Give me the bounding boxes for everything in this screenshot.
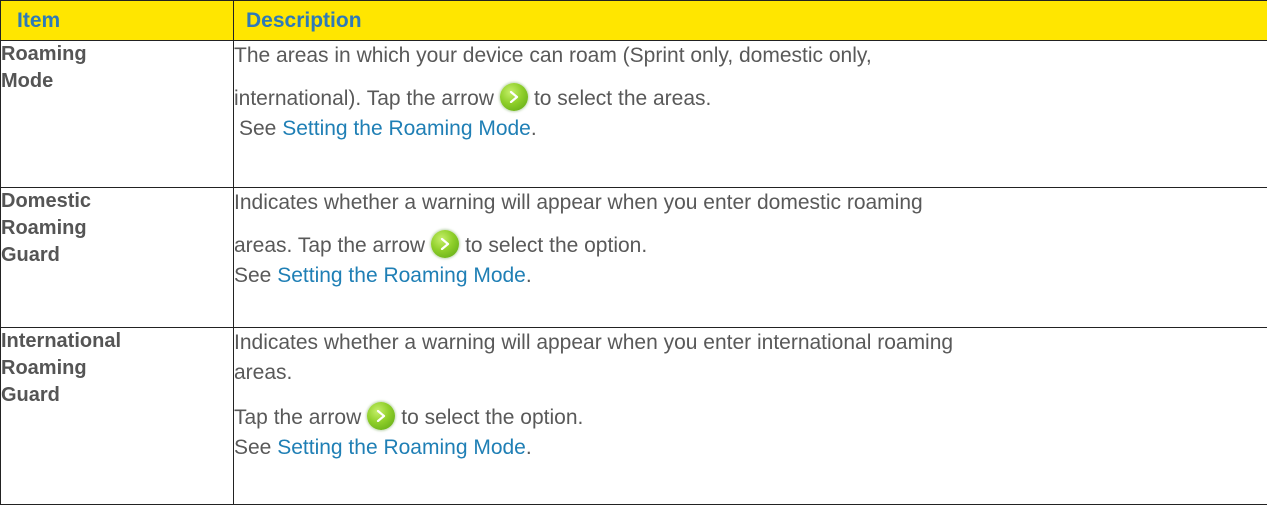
description-text: to select the option. [401, 406, 583, 429]
item-cell: Domestic Roaming Guard [1, 188, 234, 328]
roaming-settings-table: Item Description Roaming Mode The areas … [0, 0, 1267, 505]
description-cell: The areas in which your device can roam … [234, 41, 1267, 188]
description-text: areas. [234, 358, 1267, 388]
header-description: Description [234, 1, 1267, 41]
green-arrow-icon[interactable] [500, 83, 528, 111]
description-text: Indicates whether a warning will appear … [234, 188, 1267, 218]
description-text: to select the option. [465, 234, 647, 257]
item-cell: International Roaming Guard [1, 328, 234, 505]
green-arrow-icon[interactable] [431, 230, 459, 258]
header-item: Item [1, 1, 234, 41]
see-reference: See Setting the Roaming Mode. [234, 261, 1267, 291]
item-label-line: Guard [1, 382, 233, 409]
description-text-with-icon: areas. Tap the arrow to select the option… [234, 230, 1267, 261]
table-row-roaming-mode: Roaming Mode The areas in which your dev… [1, 41, 1267, 188]
see-suffix: . [526, 436, 532, 459]
item-label-line: Domestic [1, 188, 233, 215]
item-label-line: Guard [1, 242, 233, 269]
item-label-line: Mode [1, 68, 233, 95]
item-cell: Roaming Mode [1, 41, 234, 188]
description-text: The areas in which your device can roam … [234, 41, 1267, 71]
description-cell: Indicates whether a warning will appear … [234, 188, 1267, 328]
setting-roaming-mode-link[interactable]: Setting the Roaming Mode [277, 436, 526, 459]
item-label-line: Roaming [1, 41, 233, 68]
description-text: Indicates whether a warning will appear … [234, 328, 1267, 358]
description-cell: Indicates whether a warning will appear … [234, 328, 1267, 505]
setting-roaming-mode-link[interactable]: Setting the Roaming Mode [282, 117, 531, 140]
see-suffix: . [531, 117, 537, 140]
see-reference: See Setting the Roaming Mode. [234, 114, 1267, 144]
see-prefix: See [239, 117, 276, 140]
description-text-with-icon: international). Tap the arrow to select t… [234, 83, 1267, 114]
see-suffix: . [526, 264, 532, 287]
description-text: international). Tap the arrow [234, 87, 494, 110]
setting-roaming-mode-link[interactable]: Setting the Roaming Mode [277, 264, 526, 287]
item-label-line: Roaming [1, 215, 233, 242]
see-prefix: See [234, 264, 271, 287]
see-prefix: See [234, 436, 271, 459]
description-text: to select the areas. [534, 87, 711, 110]
description-text: areas. Tap the arrow [234, 234, 425, 257]
item-label-line: Roaming [1, 355, 233, 382]
table-header-row: Item Description [1, 1, 1267, 41]
item-label-line: International [1, 328, 233, 355]
description-text: Tap the arrow [234, 406, 361, 429]
table-row-domestic-roaming-guard: Domestic Roaming Guard Indicates whether… [1, 188, 1267, 328]
description-text-with-icon: Tap the arrow to select the option. [234, 402, 1267, 433]
table-row-international-roaming-guard: International Roaming Guard Indicates wh… [1, 328, 1267, 505]
green-arrow-icon[interactable] [367, 402, 395, 430]
see-reference: See Setting the Roaming Mode. [234, 433, 1267, 463]
